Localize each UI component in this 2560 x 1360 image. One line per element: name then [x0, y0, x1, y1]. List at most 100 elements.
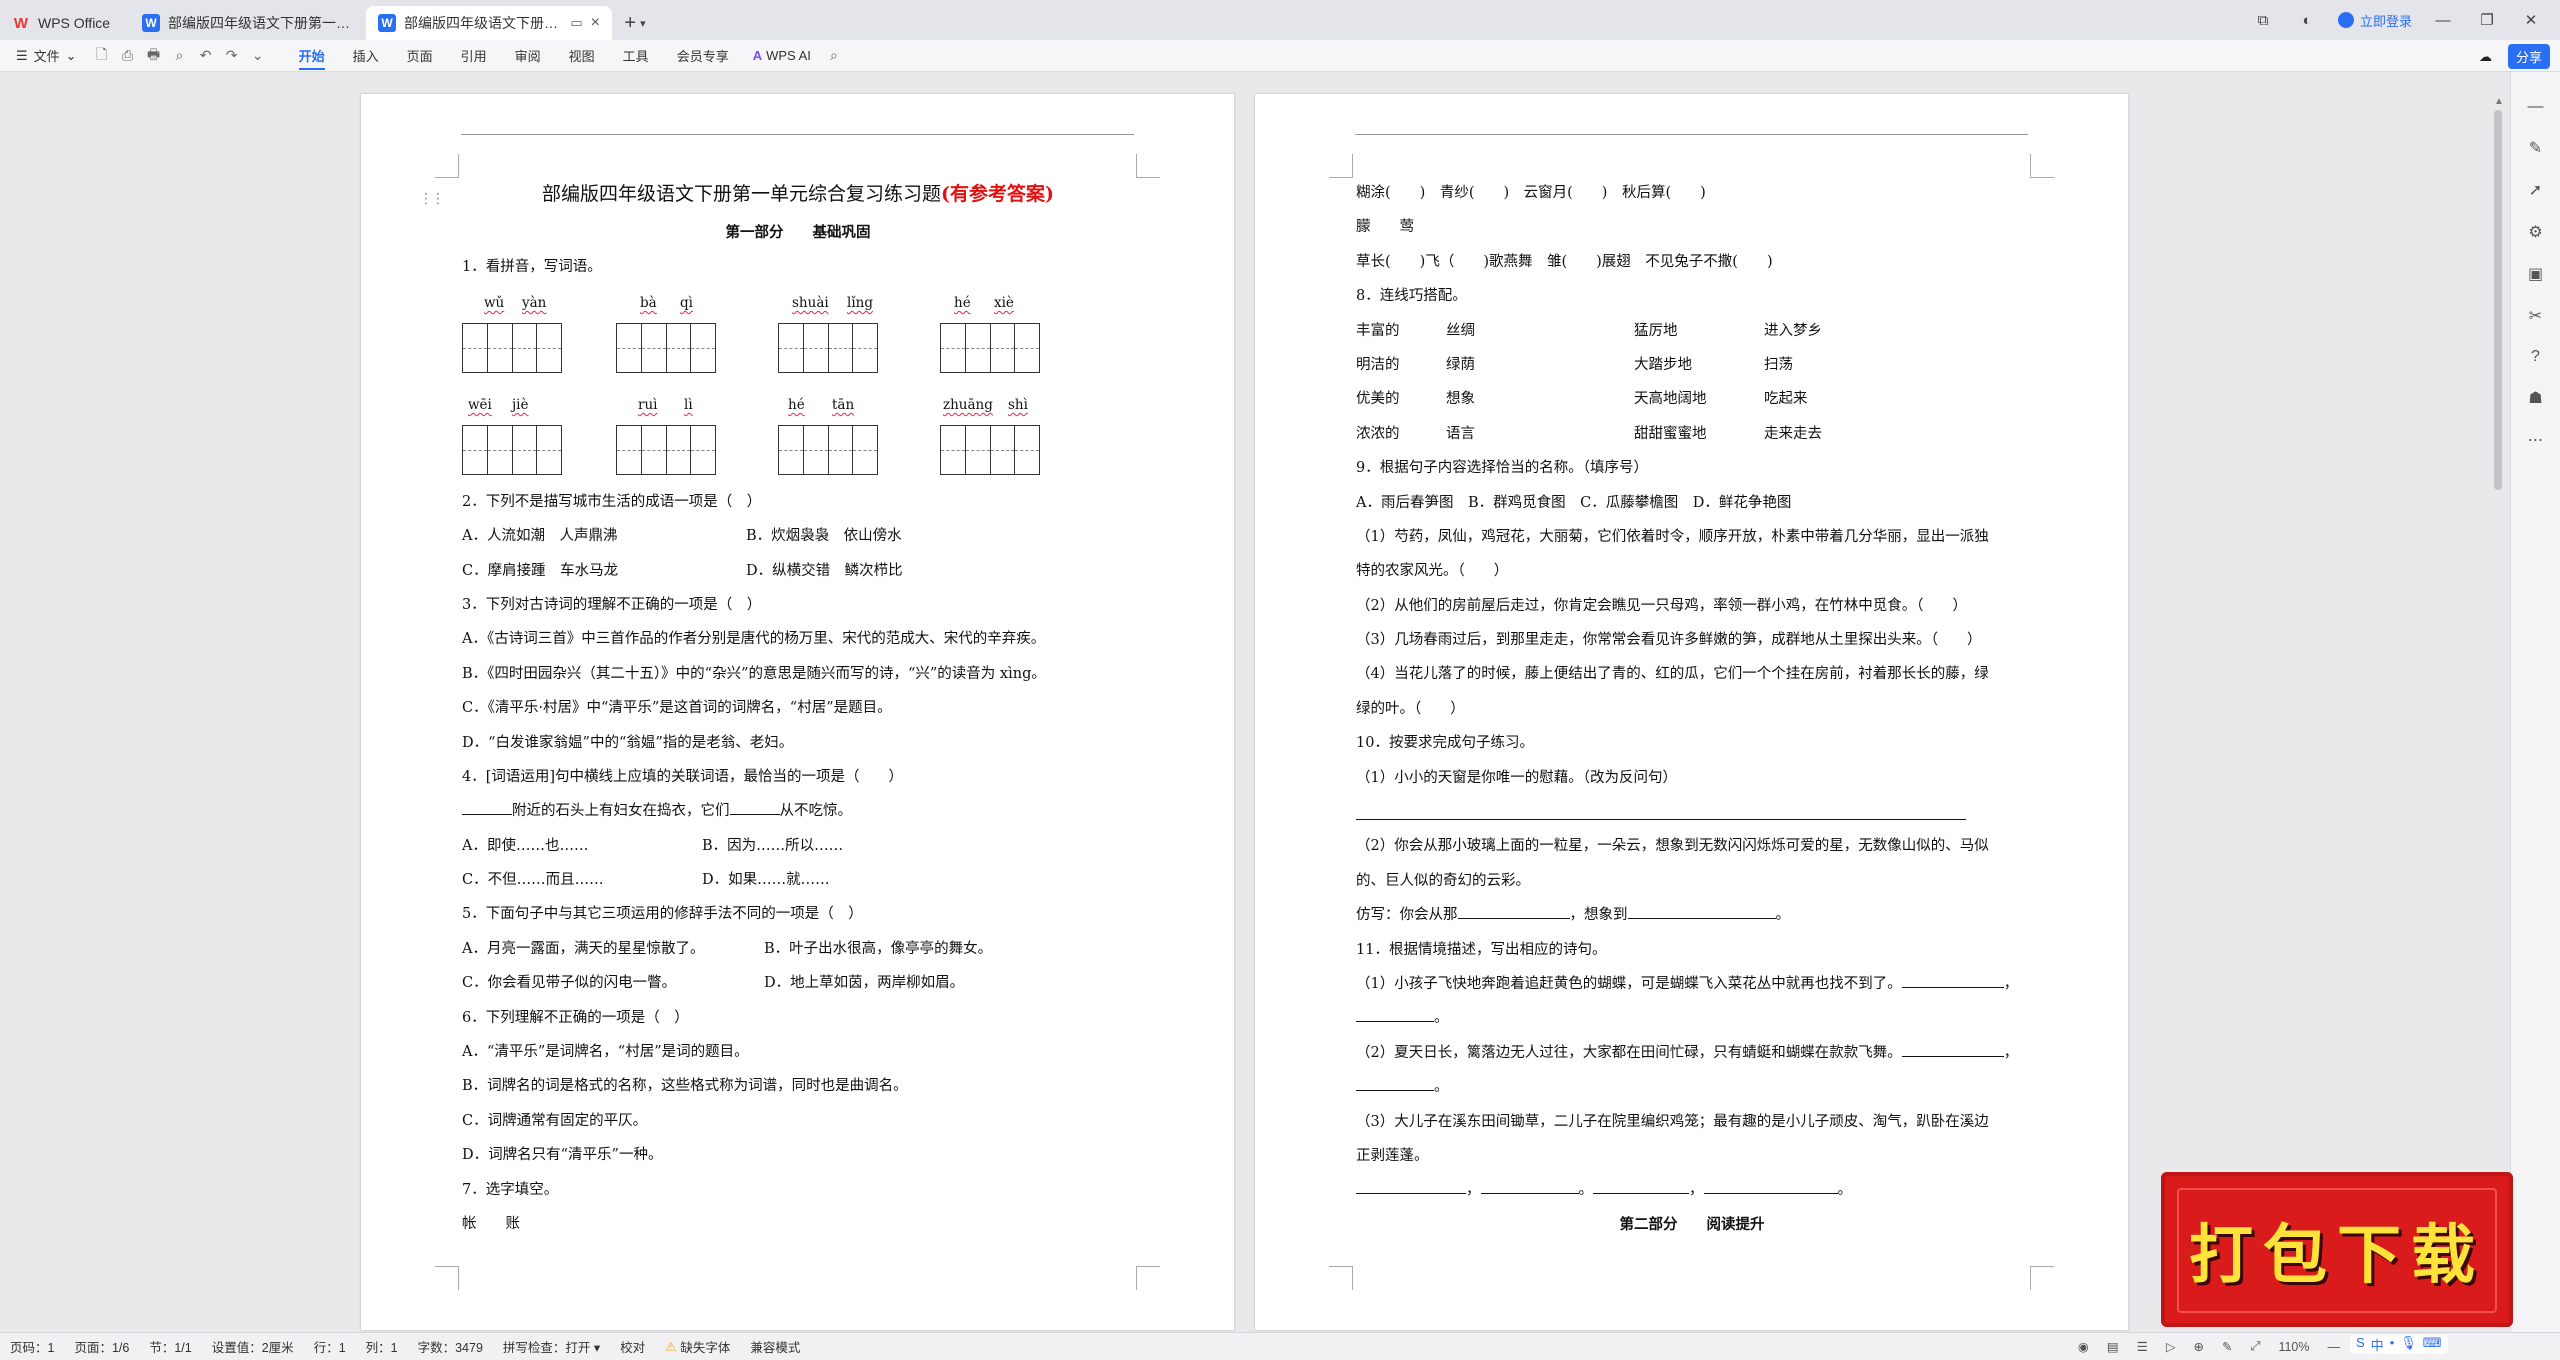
share-button[interactable]: 分享	[2507, 44, 2550, 69]
tab-member[interactable]: 会员专享	[663, 40, 743, 72]
redo-icon[interactable]: ↷	[219, 47, 245, 64]
save-icon[interactable]: 🗋	[89, 44, 115, 68]
status-row[interactable]: 行：1	[304, 1337, 356, 1356]
header-rule	[1355, 134, 2028, 135]
tab-document-2[interactable]: W 部编版四年级语文下册第一单元 ▭ ×	[366, 6, 612, 40]
image-icon[interactable]: ▣	[2528, 264, 2543, 284]
select-cursor-icon[interactable]: ➚	[2529, 180, 2542, 200]
tab-review[interactable]: 审阅	[501, 40, 555, 72]
wps-ai-button[interactable]: A WPS AI	[743, 48, 821, 63]
outline-view-icon[interactable]: ☰	[2137, 1339, 2148, 1354]
zoom-out-icon[interactable]: —	[2328, 1340, 2341, 1354]
window-mode-icon[interactable]: ▭	[570, 15, 582, 31]
fill-blank[interactable]	[1356, 1002, 1434, 1023]
search-icon[interactable]: ⌕	[821, 47, 847, 64]
fill-blank[interactable]	[462, 795, 512, 816]
answer-line: 。	[1356, 1001, 2028, 1035]
help-icon[interactable]: ?	[2531, 348, 2540, 366]
tab-page[interactable]: 页面	[393, 40, 447, 72]
document-page-1[interactable]: ⋮⋮ 部编版四年级语文下册第一单元综合复习练习题(有参考答案) 第一部分 基础巩…	[361, 94, 1234, 1330]
fill-blank[interactable]	[1627, 899, 1776, 920]
shirt-icon[interactable]: ☗	[2528, 388, 2542, 408]
edit-pen-icon[interactable]: ✎	[2529, 138, 2542, 158]
ime-toolbar[interactable]: S 中 • 🎙 ⌨	[2350, 1335, 2448, 1354]
eye-protection-icon[interactable]: ◉	[2078, 1339, 2089, 1354]
login-label: 立即登录	[2359, 13, 2412, 29]
tian-grid[interactable]	[462, 322, 562, 373]
status-proofread[interactable]: 校对	[610, 1337, 655, 1356]
right-side-panel: — ✎ ➚ ⚙ ▣ ✂ ? ☗ ⋯	[2510, 72, 2560, 1332]
status-section[interactable]: 节：1/1	[139, 1337, 201, 1356]
write-mode-icon[interactable]: ✎	[2222, 1339, 2232, 1354]
status-word-count[interactable]: 字数：3479	[408, 1337, 493, 1356]
new-tab-button[interactable]: + ▾	[612, 6, 658, 40]
scroll-up-icon[interactable]: ▲	[2494, 96, 2504, 107]
print-preview-icon[interactable]: ⌕	[167, 47, 193, 64]
fill-blank[interactable]	[1480, 1174, 1579, 1195]
more-chevron-icon[interactable]: ⌄	[245, 47, 271, 64]
match-item: 绿荫	[1446, 356, 1475, 373]
tab-insert[interactable]: 插入	[339, 40, 393, 72]
minimize-icon[interactable]: —	[2430, 12, 2456, 29]
file-menu[interactable]: ☰ 文件 ⌄	[0, 46, 89, 65]
play-icon[interactable]: ▷	[2166, 1339, 2176, 1354]
answer-line[interactable]	[1356, 795, 2028, 829]
page-view-icon[interactable]: ▤	[2107, 1339, 2119, 1354]
tools-icon[interactable]: ✂	[2529, 306, 2542, 326]
adjust-icon[interactable]: ⚙	[2528, 222, 2542, 242]
login-button[interactable]: 立即登录	[2337, 11, 2412, 30]
tian-grid[interactable]	[778, 322, 878, 373]
fill-blank[interactable]	[729, 795, 780, 816]
fill-blank[interactable]	[1901, 1037, 2004, 1057]
layout-icon[interactable]: ⧉	[2250, 12, 2276, 29]
tian-grid[interactable]	[462, 424, 562, 475]
web-view-icon[interactable]: ⊕	[2193, 1339, 2203, 1354]
restore-icon[interactable]: ❐	[2474, 11, 2500, 29]
fill-blank[interactable]	[1703, 1174, 1838, 1195]
status-spellcheck[interactable]: 拼写检查：打开 ▾	[493, 1337, 610, 1356]
tab-document-1[interactable]: W 部编版四年级语文下册第一单元综合复	[130, 6, 366, 40]
stem-text: 从不吃惊。	[779, 803, 853, 820]
vertical-scrollbar[interactable]	[2494, 110, 2502, 490]
tian-grid[interactable]	[616, 424, 716, 475]
fit-page-icon[interactable]: ⤢	[2250, 1339, 2260, 1354]
tab-references[interactable]: 引用	[447, 40, 501, 72]
tian-grid[interactable]	[616, 322, 716, 373]
pinyin: lǐng	[847, 294, 873, 311]
microphone-icon: 🎙	[2400, 1335, 2417, 1350]
cloud-sync-icon[interactable]: ☁	[2479, 49, 2492, 65]
imitation-text: ，想象到	[1569, 907, 1628, 924]
close-window-icon[interactable]: ✕	[2518, 11, 2544, 29]
print-icon[interactable]: 🖶	[141, 44, 167, 68]
pinyin: shì	[1008, 396, 1028, 413]
fill-blank[interactable]	[1356, 1071, 1434, 1092]
fill-blank[interactable]	[1901, 968, 2004, 988]
tian-grid[interactable]	[778, 424, 878, 475]
status-setting[interactable]: 设置值：2厘米	[202, 1337, 304, 1356]
skin-icon[interactable]: ◐	[2294, 12, 2320, 29]
status-col[interactable]: 列：1	[356, 1337, 408, 1356]
fill-blank[interactable]	[1457, 899, 1570, 920]
fill-blank[interactable]	[1356, 1174, 1466, 1195]
tian-grid[interactable]	[940, 424, 1040, 475]
status-missing-font[interactable]: ⚠ 缺失字体	[655, 1337, 740, 1356]
document-page-2[interactable]: 糊涂( ) 青纱( ) 云窗月( ) 秋后算( ) 朦 莺 草长( )飞（ )歌…	[1255, 94, 2128, 1330]
match-item: 吃起来	[1764, 391, 1808, 408]
chevron-down-icon[interactable]: ▾	[640, 17, 646, 30]
zoom-level[interactable]: 110%	[2278, 1340, 2309, 1354]
undo-icon[interactable]: ↶	[193, 47, 219, 64]
status-page[interactable]: 页面：1/6	[64, 1337, 139, 1356]
collapse-icon[interactable]: —	[2528, 98, 2544, 116]
tab-tools[interactable]: 工具	[609, 40, 663, 72]
tian-grid[interactable]	[940, 322, 1040, 373]
fill-blank[interactable]	[1593, 1174, 1689, 1195]
close-icon[interactable]: ×	[591, 14, 600, 32]
tab-wps-office[interactable]: W WPS Office	[0, 6, 130, 40]
tab-view[interactable]: 视图	[555, 40, 609, 72]
download-promo-banner[interactable]: 打包下载	[2161, 1172, 2513, 1327]
more-icon[interactable]: ⋯	[2528, 430, 2544, 450]
status-page-no[interactable]: 页码：1	[0, 1337, 64, 1356]
export-pdf-icon[interactable]: ⎙	[115, 47, 141, 64]
tab-home[interactable]: 开始	[285, 40, 339, 72]
drag-handle-icon[interactable]: ⋮⋮	[419, 190, 445, 207]
